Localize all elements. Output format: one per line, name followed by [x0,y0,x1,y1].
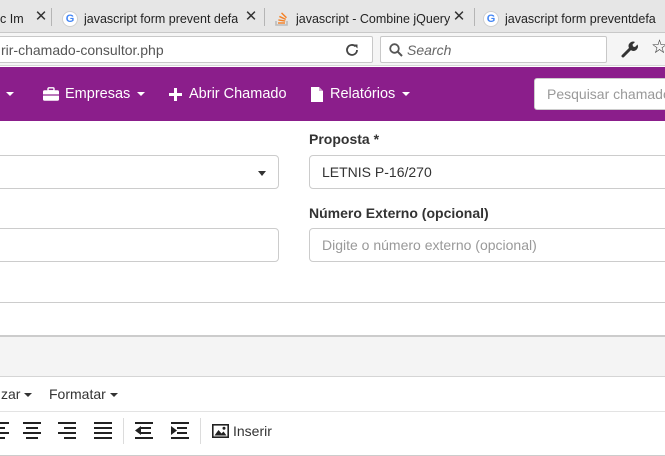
proposta-field[interactable]: LETNIS P-16/270 [309,155,665,189]
tab-title: javascript - Combine jQuery [296,11,451,26]
proposta-label: Proposta * [309,131,380,147]
editor-menubar: zar Formatar [0,377,665,412]
browser-tab-strip: c Im ✕ G javascript form prevent defa ✕ … [0,0,665,33]
align-justify-icon[interactable] [92,420,114,440]
tab-title: javascript form prevent defa [84,11,239,26]
stackoverflow-icon [274,11,290,27]
browser-tab[interactable]: c Im ✕ [0,4,50,33]
outdent-icon[interactable] [133,420,155,440]
browser-tab[interactable]: javascript - Combine jQuery ✕ [274,4,468,33]
search-placeholder: Search [407,42,452,58]
app-navbar: Empresas Abrir Chamado Relatórios Pesqui… [0,67,665,121]
title-input[interactable] [0,302,665,336]
caret-down-icon [137,92,146,96]
nav-item-empresas[interactable]: Empresas [43,67,146,121]
editor-toolbar: Inserir [0,412,665,450]
align-center-icon[interactable] [21,420,43,440]
rich-text-editor: zar Formatar Inserir [0,336,665,456]
menu-formatar[interactable]: Formatar [49,386,118,402]
reload-icon[interactable] [341,39,363,61]
file-icon [311,86,323,102]
wrench-icon[interactable] [620,39,640,59]
url-text: rir-chamado-consultor.php [1,42,164,58]
plus-icon [169,87,182,101]
close-icon[interactable]: ✕ [242,7,260,27]
caret-down-icon [6,92,14,96]
caret-down-icon [109,393,118,398]
insert-label: Inserir [233,423,272,439]
search-icon [389,43,403,57]
browser-tab[interactable]: G javascript form preventdefa [483,4,665,33]
editor-header [0,337,665,377]
search-chamado-input[interactable]: Pesquisar chamado [534,78,665,110]
browser-tab[interactable]: G javascript form prevent defa ✕ [62,4,260,33]
align-left-icon[interactable] [0,420,15,440]
close-icon[interactable]: ✕ [450,7,468,27]
tab-title: c Im [0,11,24,26]
google-icon: G [62,10,78,27]
numero-externo-input[interactable]: Digite o número externo (opcional) [309,228,665,262]
tab-separator [51,8,52,26]
browser-toolbar: rir-chamado-consultor.php Search ☆ [0,33,665,66]
nav-item-label: Abrir Chamado [189,86,287,102]
nav-item-label: Relatórios [330,86,396,102]
indent-icon[interactable] [169,420,191,440]
nav-item-relatorios[interactable]: Relatórios [311,67,411,121]
numero-externo-label: Número Externo (opcional) [309,205,489,221]
google-icon: G [483,10,499,27]
image-icon [212,424,229,438]
bookmark-star-icon[interactable]: ☆ [651,37,665,59]
toolbar-separator [123,418,124,444]
toolbar-separator [200,418,201,444]
caret-down-icon [24,393,33,398]
text-field[interactable] [0,228,279,262]
url-bar[interactable]: rir-chamado-consultor.php [0,36,373,63]
menu-label: zar [1,386,21,402]
caret-down-icon [402,92,411,96]
tab-separator [474,8,475,26]
briefcase-icon [43,87,59,101]
select-field[interactable] [0,155,279,189]
tab-separator [264,8,265,26]
menu-label: Formatar [49,386,106,402]
close-icon[interactable]: ✕ [32,7,50,27]
tab-title: javascript form preventdefa [505,11,656,26]
insert-image-button[interactable]: Inserir [212,421,272,441]
align-right-icon[interactable] [56,420,78,440]
caret-down-icon [258,171,266,176]
nav-item-label: Empresas [65,86,131,102]
nav-item-abrir-chamado[interactable]: Abrir Chamado [169,67,287,121]
menu-visualizar[interactable]: zar [1,386,33,402]
nav-dropdown-toggle[interactable] [0,67,14,121]
browser-search-input[interactable]: Search [380,36,607,63]
